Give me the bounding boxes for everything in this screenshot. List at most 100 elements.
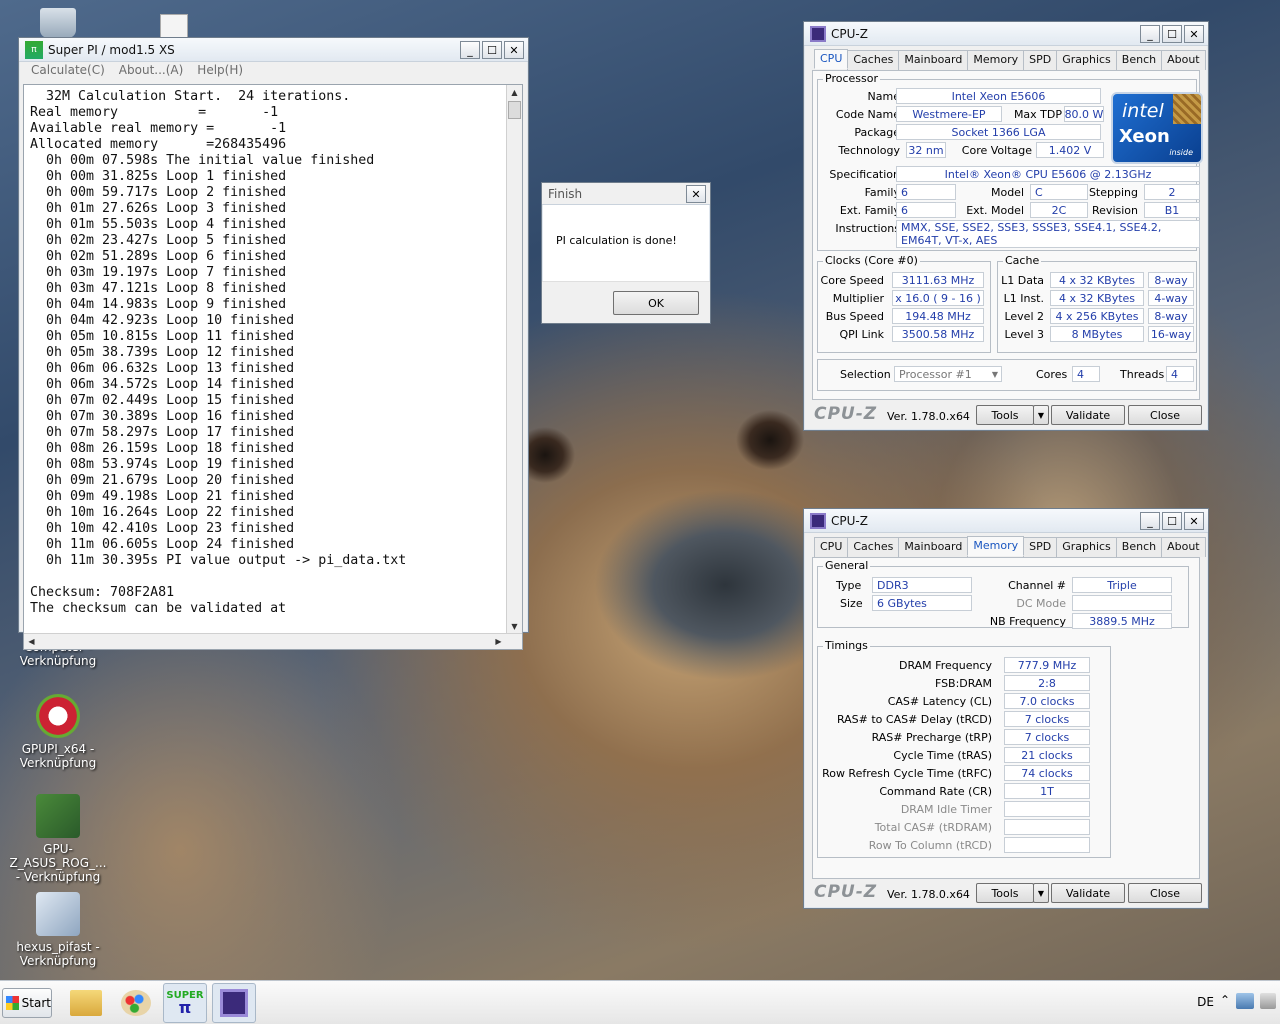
l2-label: Level 2: [1004, 310, 1044, 323]
tab-cpu[interactable]: CPU: [814, 49, 849, 69]
close-window-button[interactable]: Close: [1128, 405, 1202, 425]
tab-caches[interactable]: Caches: [847, 537, 900, 557]
desktop-icon-gpupi[interactable]: GPUPI_x64 - Verknüpfung: [8, 694, 108, 770]
cpuz-titlebar[interactable]: CPU-Z _ ☐ ✕: [804, 509, 1208, 533]
close-button[interactable]: ✕: [1184, 512, 1204, 530]
show-hidden-icons-icon[interactable]: ⌃: [1220, 993, 1230, 1007]
tools-dropdown-button[interactable]: ▼: [1033, 405, 1049, 425]
cpuz-titlebar[interactable]: CPU-Z _ ☐ ✕: [804, 22, 1208, 46]
hexus-icon: [36, 892, 80, 936]
finish-titlebar[interactable]: Finish ✕: [542, 183, 710, 205]
close-button[interactable]: ✕: [1184, 25, 1204, 43]
minimize-button[interactable]: _: [1140, 512, 1160, 530]
maximize-button[interactable]: ☐: [482, 41, 502, 59]
tab-bench[interactable]: Bench: [1115, 537, 1163, 557]
maximize-button[interactable]: ☐: [1162, 25, 1182, 43]
finish-dialog: Finish ✕ PI calculation is done! OK: [541, 182, 711, 324]
validate-button[interactable]: Validate: [1051, 405, 1125, 425]
nbfreq-label: NB Frequency: [989, 615, 1066, 628]
menu-calculate[interactable]: Calculate(C): [31, 63, 105, 77]
tab-mainboard[interactable]: Mainboard: [898, 537, 969, 557]
intel-xeon-logo: intel Xeon inside: [1111, 92, 1203, 164]
desktop-icon-file[interactable]: [160, 14, 188, 38]
tab-graphics[interactable]: Graphics: [1056, 537, 1117, 557]
cpuz-icon: [220, 989, 248, 1017]
stepping-value: 2: [1144, 184, 1200, 200]
maximize-button[interactable]: ☐: [1162, 512, 1182, 530]
console-line: 0h 00m 07.598s The initial value finishe…: [30, 153, 375, 168]
tab-graphics[interactable]: Graphics: [1056, 50, 1117, 70]
tools-button[interactable]: Tools: [976, 883, 1034, 903]
l3-way: 16-way: [1148, 326, 1194, 342]
language-indicator[interactable]: DE: [1197, 995, 1214, 1009]
ok-button[interactable]: OK: [613, 291, 699, 315]
desktop-icon-gpuz[interactable]: GPU-Z_ASUS_ROG_... - Verknüpfung: [8, 794, 108, 884]
desktop-icon-hexus[interactable]: hexus_pifast - Verknüpfung: [8, 892, 108, 968]
tools-dropdown-button[interactable]: ▼: [1033, 883, 1049, 903]
menu-help[interactable]: Help(H): [197, 63, 243, 77]
corespeed-label: Core Speed: [820, 274, 884, 287]
action-center-icon[interactable]: [1260, 993, 1276, 1009]
validate-button[interactable]: Validate: [1051, 883, 1125, 903]
tab-bench[interactable]: Bench: [1115, 50, 1163, 70]
superpi-titlebar[interactable]: π Super PI / mod1.5 XS _ ☐ ✕: [19, 38, 528, 62]
taskbar-superpi[interactable]: SUPER π: [163, 983, 207, 1023]
maximize-icon: ☐: [1167, 27, 1177, 41]
cores-label: Cores: [1036, 368, 1068, 381]
scroll-up-icon[interactable]: ▲: [507, 85, 522, 100]
extmodel-value: 2C: [1030, 202, 1088, 218]
tab-spd[interactable]: SPD: [1023, 50, 1058, 70]
qpi-value: 3500.58 MHz: [892, 326, 984, 342]
close-window-button[interactable]: Close: [1128, 883, 1202, 903]
console-line: 0h 09m 21.679s Loop 20 finished: [30, 473, 295, 488]
minimize-button[interactable]: _: [1140, 25, 1160, 43]
network-icon[interactable]: [1236, 993, 1254, 1009]
minimize-button[interactable]: _: [460, 41, 480, 59]
start-button[interactable]: Start: [2, 988, 52, 1018]
l3-value: 8 MBytes: [1050, 326, 1144, 342]
selection-dropdown[interactable]: Processor #1 ▼: [894, 366, 1002, 382]
tab-spd[interactable]: SPD: [1023, 537, 1058, 557]
processor-group-label: Processor: [823, 72, 880, 85]
tab-mainboard[interactable]: Mainboard: [898, 50, 969, 70]
superpi-window: π Super PI / mod1.5 XS _ ☐ ✕ Calculate(C…: [18, 37, 529, 650]
busspeed-label: Bus Speed: [825, 310, 884, 323]
console-line: 0h 07m 02.449s Loop 15 finished: [30, 393, 295, 408]
scroll-right-icon[interactable]: ▶: [491, 634, 506, 649]
cpuz-app-icon: [810, 512, 826, 529]
timing-label: CAS# Latency (CL): [887, 695, 992, 708]
vertical-scrollbar[interactable]: ▲ ▼: [506, 85, 522, 634]
tab-about[interactable]: About: [1161, 537, 1206, 557]
maximize-icon: ☐: [1167, 514, 1177, 528]
type-label: Type: [836, 579, 862, 592]
tab-caches[interactable]: Caches: [847, 50, 900, 70]
tab-memory[interactable]: Memory: [967, 50, 1025, 70]
tools-button[interactable]: Tools: [976, 405, 1034, 425]
scroll-left-icon[interactable]: ◀: [24, 634, 39, 649]
desktop-icon-recycle-bin[interactable]: [40, 8, 76, 38]
timing-value: 7 clocks: [1004, 729, 1090, 745]
taskbar-paint[interactable]: [114, 983, 158, 1023]
corevoltage-value: 1.402 V: [1036, 142, 1104, 158]
taskbar-cpuz[interactable]: [212, 983, 256, 1023]
console-line: 0h 03m 19.197s Loop 7 finished: [30, 265, 287, 280]
timing-label: Row To Column (tRCD): [868, 839, 992, 852]
extfamily-label: Ext. Family: [839, 204, 900, 217]
timing-value: [1004, 801, 1090, 817]
horizontal-scrollbar[interactable]: ◀ ▶: [24, 633, 522, 649]
console-line: 0h 06m 34.572s Loop 14 finished: [30, 377, 295, 392]
scroll-thumb[interactable]: [508, 101, 521, 119]
tab-cpu[interactable]: CPU: [814, 537, 849, 557]
superpi-output[interactable]: 32M Calculation Start. 24 iterations. Rea…: [23, 84, 523, 650]
console-line: 0h 02m 51.289s Loop 6 finished: [30, 249, 287, 264]
taskbar-explorer[interactable]: [64, 983, 108, 1023]
scroll-down-icon[interactable]: ▼: [507, 619, 522, 634]
tab-memory[interactable]: Memory: [967, 536, 1025, 556]
timing-value: [1004, 837, 1090, 853]
tab-about[interactable]: About: [1161, 50, 1206, 70]
finish-close-button[interactable]: ✕: [686, 185, 706, 203]
close-button[interactable]: ✕: [504, 41, 524, 59]
menu-about[interactable]: About...(A): [119, 63, 184, 77]
revision-label: Revision: [1092, 204, 1138, 217]
l1d-label: L1 Data: [1001, 274, 1044, 287]
